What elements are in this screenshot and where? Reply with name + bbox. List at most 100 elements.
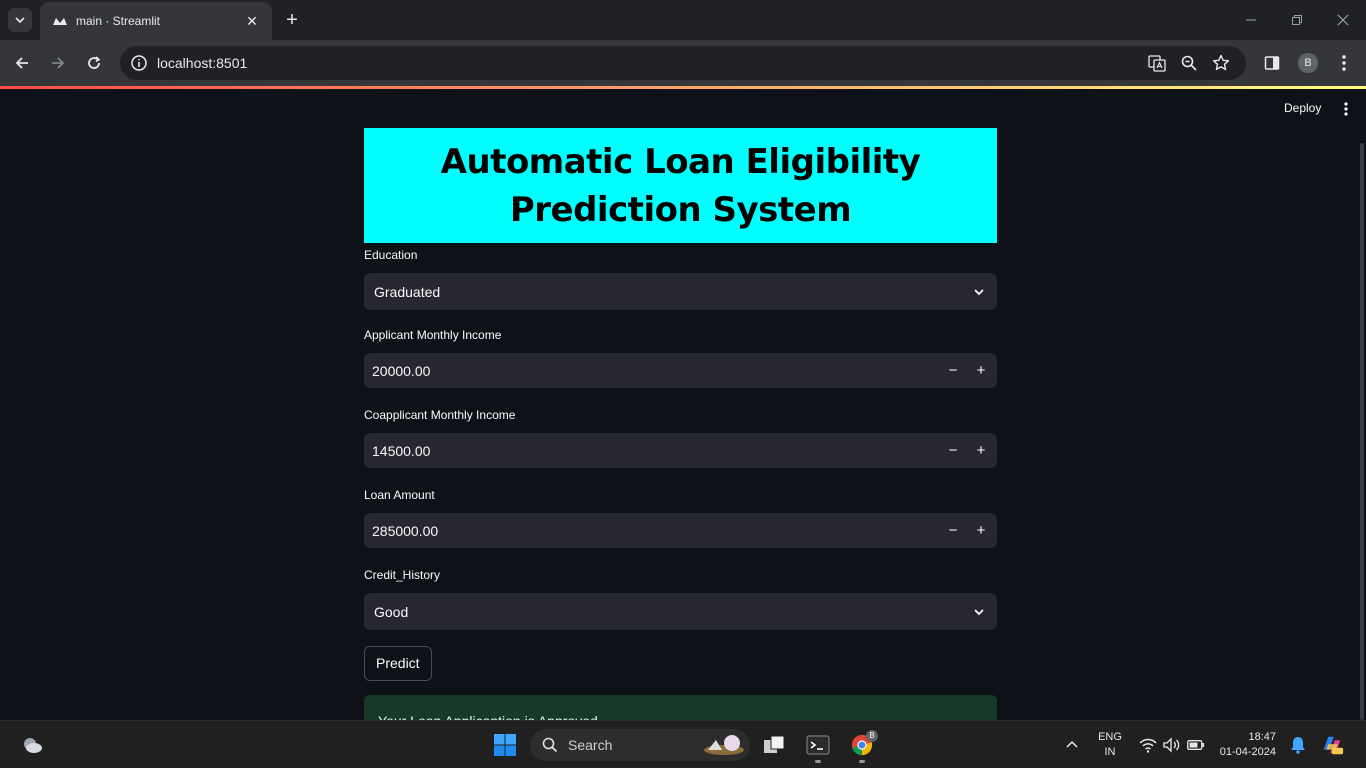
bookmark-star-icon[interactable] — [1212, 54, 1230, 72]
applicant-income-value: 20000.00 — [372, 362, 431, 379]
chrome-running-indicator — [859, 760, 865, 763]
tab-search-button[interactable] — [8, 8, 32, 32]
title-line-1: Automatic Loan Eligibility — [440, 141, 921, 182]
windows-logo-icon — [494, 734, 516, 756]
credit-history-label: Credit_History — [364, 568, 441, 582]
clock-date: 01-04-2024 — [1219, 746, 1276, 758]
copilot-button[interactable] — [1320, 733, 1344, 757]
address-bar[interactable]: localhost:8501 — [120, 46, 1246, 80]
scrollbar[interactable] — [1360, 143, 1364, 720]
close-window-button[interactable] — [1333, 10, 1353, 30]
clock[interactable]: 18:47 01-04-2024 — [1212, 730, 1276, 760]
decrement-button[interactable]: − — [942, 440, 964, 462]
bell-icon — [1291, 737, 1305, 754]
credit-history-select[interactable]: Good — [364, 593, 997, 630]
translate-icon[interactable] — [1148, 54, 1166, 72]
weather-widget[interactable] — [20, 733, 44, 757]
education-value: Graduated — [374, 283, 441, 300]
streamlit-app: Deploy Automatic Loan Eligibility Predic… — [0, 89, 1366, 747]
clock-time: 18:47 — [1248, 731, 1276, 743]
zoom-icon[interactable] — [1180, 54, 1198, 72]
chevron-down-icon — [15, 17, 25, 24]
credit-history-field: Credit_History Good — [364, 567, 997, 630]
wifi-status[interactable] — [1136, 733, 1160, 757]
language-indicator[interactable]: ENG IN — [1094, 730, 1126, 760]
weather-cloud-icon — [24, 738, 42, 753]
restore-icon — [1292, 15, 1302, 25]
speaker-icon — [1163, 737, 1180, 753]
reload-button[interactable] — [83, 52, 105, 74]
increment-button[interactable]: + — [970, 360, 992, 382]
taskbar-search[interactable]: Search — [530, 729, 750, 761]
streamlit-favicon-icon — [52, 13, 68, 29]
predict-button[interactable]: Predict — [364, 646, 432, 681]
main-content: Automatic Loan Eligibility Prediction Sy… — [364, 128, 997, 747]
loan-amount-field: Loan Amount 285000.00 − + — [364, 487, 997, 563]
applicant-income-input[interactable]: 20000.00 − + — [364, 353, 997, 388]
coapplicant-income-value: 14500.00 — [372, 442, 431, 459]
chevron-down-icon — [971, 284, 987, 300]
loan-amount-input[interactable]: 285000.00 − + — [364, 513, 997, 548]
education-field: Education Graduated — [364, 247, 997, 323]
browser-tab-main[interactable]: main · Streamlit ✕ — [40, 2, 272, 40]
back-button[interactable] — [11, 52, 33, 74]
coapplicant-income-field: Coapplicant Monthly Income 14500.00 − + — [364, 407, 997, 483]
decrement-button[interactable]: − — [942, 360, 964, 382]
coapplicant-income-label: Coapplicant Monthly Income — [364, 408, 516, 422]
decrement-button[interactable]: − — [942, 520, 964, 542]
task-view-button[interactable] — [762, 733, 786, 757]
terminal-app-button[interactable] — [806, 733, 830, 757]
restore-button[interactable] — [1287, 10, 1307, 30]
search-highlight-icon — [704, 735, 744, 755]
kebab-menu-icon — [1344, 102, 1348, 116]
app-menu-button[interactable] — [1338, 99, 1354, 119]
side-panel-icon — [1264, 56, 1280, 70]
coapplicant-income-input[interactable]: 14500.00 − + — [364, 433, 997, 468]
volume-status[interactable] — [1160, 733, 1184, 757]
close-icon — [1337, 14, 1349, 26]
browser-menu-button[interactable] — [1333, 52, 1355, 74]
title-banner: Automatic Loan Eligibility Prediction Sy… — [364, 128, 997, 243]
credit-history-value: Good — [374, 603, 409, 620]
education-select[interactable]: Graduated — [364, 273, 997, 310]
tab-title: main · Streamlit — [76, 14, 161, 28]
side-panel-button[interactable] — [1261, 52, 1283, 74]
search-label: Search — [568, 737, 613, 753]
show-hidden-icons-button[interactable] — [1060, 733, 1084, 757]
copilot-icon — [1323, 736, 1344, 755]
chevron-up-icon — [1066, 740, 1078, 748]
minimize-button[interactable] — [1241, 10, 1261, 30]
wifi-icon — [1139, 738, 1157, 753]
arrow-left-icon — [15, 57, 28, 69]
reload-icon — [88, 56, 101, 69]
terminal-running-indicator — [815, 760, 821, 763]
new-tab-button[interactable]: + — [282, 10, 302, 30]
browser-toolbar: localhost:8501 B — [0, 40, 1366, 86]
title-line-2: Prediction System — [509, 189, 852, 230]
chrome-profile-badge: B — [866, 730, 878, 742]
start-button[interactable] — [493, 733, 517, 757]
page-title: Automatic Loan Eligibility Prediction Sy… — [441, 138, 921, 234]
increment-button[interactable]: + — [970, 520, 992, 542]
applicant-income-field: Applicant Monthly Income 20000.00 − + — [364, 327, 997, 403]
battery-status[interactable] — [1184, 733, 1208, 757]
task-view-icon — [764, 735, 785, 753]
site-info-icon[interactable] — [130, 54, 148, 72]
deploy-button[interactable]: Deploy — [1284, 101, 1321, 115]
terminal-icon — [806, 735, 830, 755]
windows-taskbar: Search B ENG IN 18:47 01-04-2024 — [0, 720, 1366, 768]
minimize-icon — [1246, 19, 1256, 21]
kebab-menu-icon — [1342, 55, 1346, 71]
region-code: IN — [1104, 746, 1116, 758]
tab-close-icon[interactable]: ✕ — [244, 13, 260, 29]
loan-amount-value: 285000.00 — [372, 522, 439, 539]
notifications-button[interactable] — [1286, 733, 1310, 757]
language-code: ENG — [1098, 731, 1122, 743]
education-label: Education — [364, 248, 418, 262]
increment-button[interactable]: + — [970, 440, 992, 462]
search-icon — [542, 737, 558, 753]
loan-amount-label: Loan Amount — [364, 488, 435, 502]
forward-button[interactable] — [47, 52, 69, 74]
profile-avatar: B — [1298, 53, 1318, 73]
profile-button[interactable]: B — [1297, 52, 1319, 74]
